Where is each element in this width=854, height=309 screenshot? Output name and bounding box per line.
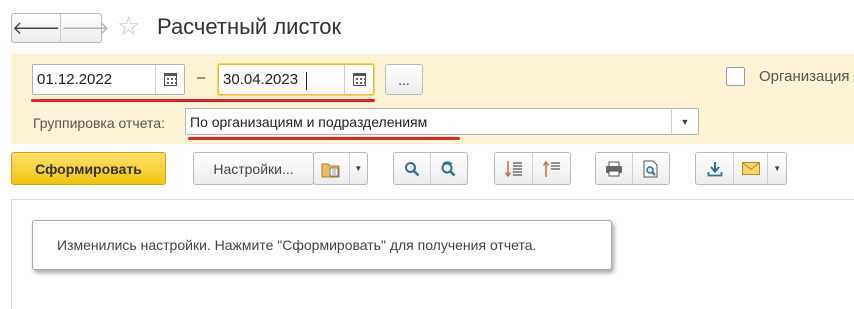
generate-button[interactable]: Сформировать — [11, 152, 166, 185]
calendar-icon — [352, 73, 366, 86]
print-preview-icon — [643, 160, 658, 177]
envelope-icon — [741, 162, 760, 175]
search-button[interactable] — [394, 153, 431, 184]
period-separator: – — [197, 69, 206, 86]
report-area-border — [11, 199, 854, 200]
report-variants-icon — [314, 153, 350, 184]
grouping-value: По организациям и подразделениям — [190, 114, 428, 130]
report-message-box: Изменились настройки. Нажмите "Сформиров… — [32, 220, 612, 270]
calendar-icon — [163, 73, 177, 86]
group-expand-collapse — [494, 152, 571, 185]
dropdown-arrow-icon[interactable]: ▼ — [768, 153, 786, 184]
printer-icon — [606, 161, 622, 176]
annotation-underline-period — [31, 99, 375, 102]
collapse-groups-icon — [542, 160, 560, 177]
report-area-left-border — [11, 200, 12, 309]
back-button[interactable]: 🡐 — [12, 14, 62, 42]
search-next-icon — [441, 160, 456, 176]
page-title: Расчетный листок — [157, 14, 342, 39]
grouping-select[interactable]: По организациям и подразделениям ▼ — [185, 108, 699, 135]
send-email-button[interactable] — [734, 153, 769, 184]
start-date-value: 01.12.2022 — [37, 71, 113, 88]
organization-checkbox[interactable] — [726, 67, 745, 86]
organization-label: Организация — [759, 68, 850, 85]
text-caret — [306, 72, 307, 90]
collapse-groups-button[interactable] — [533, 153, 570, 184]
variants-button[interactable]: ▼ — [313, 152, 368, 185]
start-date-field[interactable]: 01.12.2022 — [32, 64, 185, 95]
search-group — [393, 152, 468, 185]
search-next-button[interactable] — [431, 153, 467, 184]
download-icon — [707, 161, 722, 176]
dropdown-arrow-icon[interactable]: ▼ — [671, 109, 698, 134]
settings-button[interactable]: Настройки... — [193, 152, 314, 185]
expand-groups-button[interactable] — [495, 153, 533, 184]
print-preview-button[interactable] — [633, 153, 669, 184]
save-button[interactable] — [696, 153, 735, 184]
favorite-star-icon[interactable]: ☆ — [117, 12, 145, 40]
arrow-right-icon: 🡒 — [61, 17, 110, 38]
grouping-label: Группировка отчета: — [33, 115, 165, 131]
dropdown-arrow-icon[interactable]: ▼ — [350, 153, 367, 184]
annotation-underline-grouping — [188, 137, 460, 140]
report-message-text: Изменились настройки. Нажмите "Сформиров… — [57, 237, 537, 253]
end-date-field[interactable]: 30.04.2023 — [218, 64, 374, 95]
select-period-button[interactable]: ... — [385, 64, 423, 95]
expand-groups-icon — [504, 160, 522, 177]
print-group — [595, 152, 670, 185]
arrow-left-icon: 🡐 — [12, 17, 61, 38]
navigation-buttons: 🡐 🡒 — [11, 13, 110, 43]
forward-button[interactable]: 🡒 — [61, 14, 109, 42]
start-date-calendar-button[interactable] — [155, 65, 184, 94]
end-date-value: 30.04.2023 — [223, 71, 299, 88]
search-icon — [405, 161, 420, 176]
save-send-group: ▼ — [695, 152, 787, 185]
end-date-calendar-button[interactable] — [344, 65, 373, 94]
print-button[interactable] — [596, 153, 633, 184]
